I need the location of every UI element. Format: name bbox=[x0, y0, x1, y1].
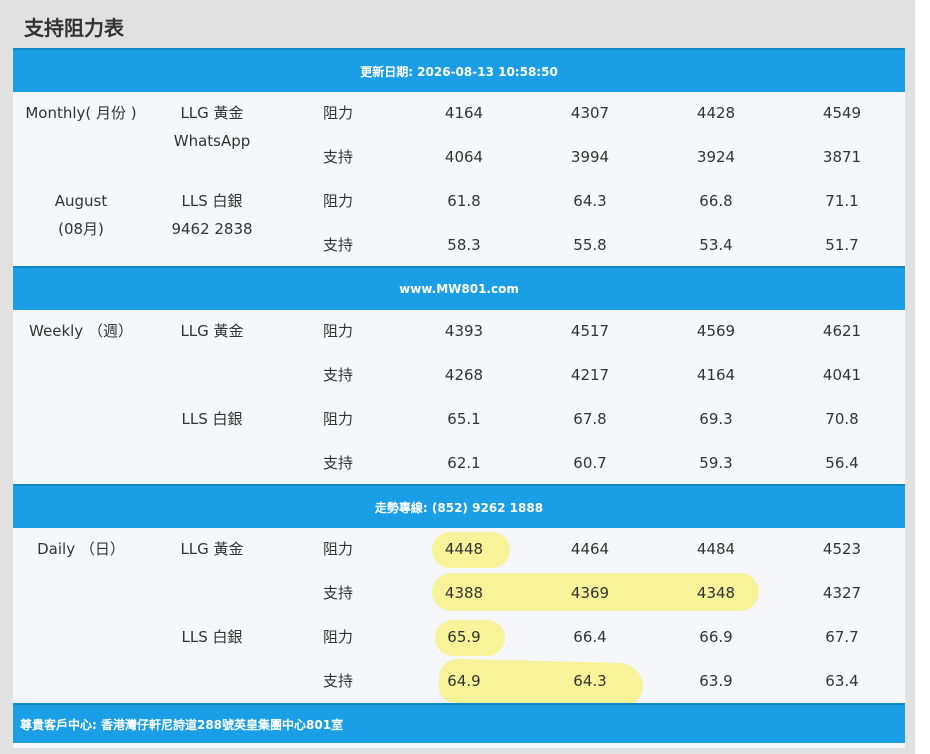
monthly-lls-resist-value: 71.1 bbox=[825, 192, 859, 210]
monthly-lls-resist-value: 64.3 bbox=[573, 192, 607, 210]
daily-llg-support-label: 支持 bbox=[322, 584, 353, 602]
weekly-llg-label: LLG 黃金 bbox=[180, 322, 244, 340]
daily-lls-support-value: 64.9 bbox=[447, 672, 481, 690]
weekly-llg-support-value: 4217 bbox=[570, 366, 610, 384]
weekly-lls-resist-value: 69.3 bbox=[699, 410, 733, 428]
monthly-lls-support-value: 51.7 bbox=[825, 236, 859, 254]
daily-period-label: Daily （日） bbox=[37, 540, 125, 558]
weekly-llg-resist-value: 4517 bbox=[570, 322, 610, 340]
update-date-text: 更新日期: 2026-08-13 10:58:50 bbox=[360, 64, 558, 79]
weekly-llg-support-label: 支持 bbox=[322, 366, 353, 384]
monthly-llg-resist-label: 阻力 bbox=[322, 104, 353, 122]
weekly-lls-label: LLS 白銀 bbox=[181, 410, 243, 428]
weekly-llg-support-value: 4164 bbox=[696, 366, 736, 384]
daily-llg-resist-value: 4484 bbox=[696, 540, 736, 558]
daily-lls-resist-value: 65.9 bbox=[447, 628, 481, 646]
address-text: 尊貴客戶中心: 香港灣仔軒尼詩道288號英皇集團中心801室 bbox=[20, 717, 344, 732]
weekly-lls-support-label: 支持 bbox=[322, 454, 353, 472]
monthly-llg-support-value: 3871 bbox=[822, 148, 862, 166]
support-resistance-table: 更新日期: 2026-08-13 10:58:50 Monthly( 月份 ) … bbox=[13, 48, 905, 748]
monthly-lls-label: LLS 白銀 bbox=[181, 192, 243, 210]
daily-lls-resist-label: 阻力 bbox=[322, 628, 353, 646]
monthly-llg-resist-value: 4549 bbox=[822, 104, 862, 122]
daily-lls-support-value: 63.9 bbox=[699, 672, 733, 690]
daily-llg-resist-value: 4448 bbox=[444, 540, 484, 558]
monthly-llg-resist-value: 4307 bbox=[570, 104, 610, 122]
weekly-lls-resist-value: 67.8 bbox=[573, 410, 607, 428]
daily-llg-resist-value: 4523 bbox=[822, 540, 862, 558]
weekly-llg-resist-value: 4621 bbox=[822, 322, 862, 340]
address-banner: 尊貴客戶中心: 香港灣仔軒尼詩道288號英皇集團中心801室 bbox=[13, 703, 905, 743]
daily-llg-support-value: 4348 bbox=[696, 584, 736, 602]
daily-llg-resist-label: 阻力 bbox=[322, 540, 353, 558]
monthly-month-label: August bbox=[54, 192, 108, 210]
daily-lls-resist-value: 66.9 bbox=[699, 628, 733, 646]
monthly-lls-support-value: 53.4 bbox=[699, 236, 733, 254]
monthly-period-label: Monthly( 月份 ) bbox=[25, 104, 137, 122]
weekly-llg-support-value: 4041 bbox=[822, 366, 862, 384]
weekly-lls-support-value: 60.7 bbox=[573, 454, 607, 472]
daily-lls-resist-value: 66.4 bbox=[573, 628, 607, 646]
page-title: 支持阻力表 bbox=[24, 16, 124, 40]
website-banner[interactable]: www.MW801.com bbox=[13, 266, 905, 310]
monthly-llg-resist-value: 4164 bbox=[444, 104, 484, 122]
monthly-llg-support-value: 4064 bbox=[444, 148, 484, 166]
daily-lls-label: LLS 白銀 bbox=[181, 628, 243, 646]
daily-lls-support-label: 支持 bbox=[322, 672, 353, 690]
weekly-lls-resist-value: 70.8 bbox=[825, 410, 859, 428]
hotline-banner: 走勢專線: (852) 9262 1888 bbox=[13, 484, 905, 528]
daily-lls-support-value: 63.4 bbox=[825, 672, 859, 690]
page-right-edge bbox=[915, 0, 930, 754]
weekly-llg-support-value: 4268 bbox=[444, 366, 484, 384]
daily-llg-label: LLG 黃金 bbox=[180, 540, 244, 558]
monthly-lls-resist-value: 61.8 bbox=[447, 192, 481, 210]
weekly-lls-support-value: 56.4 bbox=[825, 454, 859, 472]
weekly-lls-support-value: 62.1 bbox=[447, 454, 481, 472]
monthly-llg-support-label: 支持 bbox=[322, 148, 353, 166]
daily-llg-support-value: 4388 bbox=[444, 584, 484, 602]
monthly-lls-support-value: 55.8 bbox=[573, 236, 607, 254]
weekly-llg-resist-label: 阻力 bbox=[322, 322, 353, 340]
daily-llg-support-value: 4327 bbox=[822, 584, 862, 602]
weekly-period-label: Weekly （週） bbox=[29, 322, 133, 340]
daily-lls-support-value: 64.3 bbox=[573, 672, 607, 690]
monthly-lls-support-label: 支持 bbox=[322, 236, 353, 254]
weekly-lls-resist-label: 阻力 bbox=[322, 410, 353, 428]
daily-llg-resist-value: 4464 bbox=[570, 540, 610, 558]
monthly-lls-resist-value: 66.8 bbox=[699, 192, 733, 210]
monthly-lls-support-value: 58.3 bbox=[447, 236, 481, 254]
monthly-llg-label: LLG 黃金 bbox=[180, 104, 244, 122]
monthly-lls-resist-label: 阻力 bbox=[322, 192, 353, 210]
weekly-lls-resist-value: 65.1 bbox=[447, 410, 481, 428]
weekly-llg-resist-value: 4569 bbox=[696, 322, 736, 340]
monthly-llg-support-value: 3924 bbox=[696, 148, 736, 166]
monthly-llg-resist-value: 4428 bbox=[696, 104, 736, 122]
update-date-banner: 更新日期: 2026-08-13 10:58:50 bbox=[13, 48, 905, 92]
monthly-phone-number: 9462 2838 bbox=[171, 220, 253, 238]
weekly-lls-support-value: 59.3 bbox=[699, 454, 733, 472]
daily-llg-support-value: 4369 bbox=[570, 584, 610, 602]
monthly-llg-support-value: 3994 bbox=[570, 148, 610, 166]
monthly-whatsapp-label: WhatsApp bbox=[173, 132, 251, 150]
website-link[interactable]: www.MW801.com bbox=[399, 282, 519, 296]
monthly-month-number: (08月) bbox=[58, 220, 104, 238]
hotline-text: 走勢專線: (852) 9262 1888 bbox=[374, 500, 544, 515]
daily-lls-resist-value: 67.7 bbox=[825, 628, 859, 646]
weekly-llg-resist-value: 4393 bbox=[444, 322, 484, 340]
